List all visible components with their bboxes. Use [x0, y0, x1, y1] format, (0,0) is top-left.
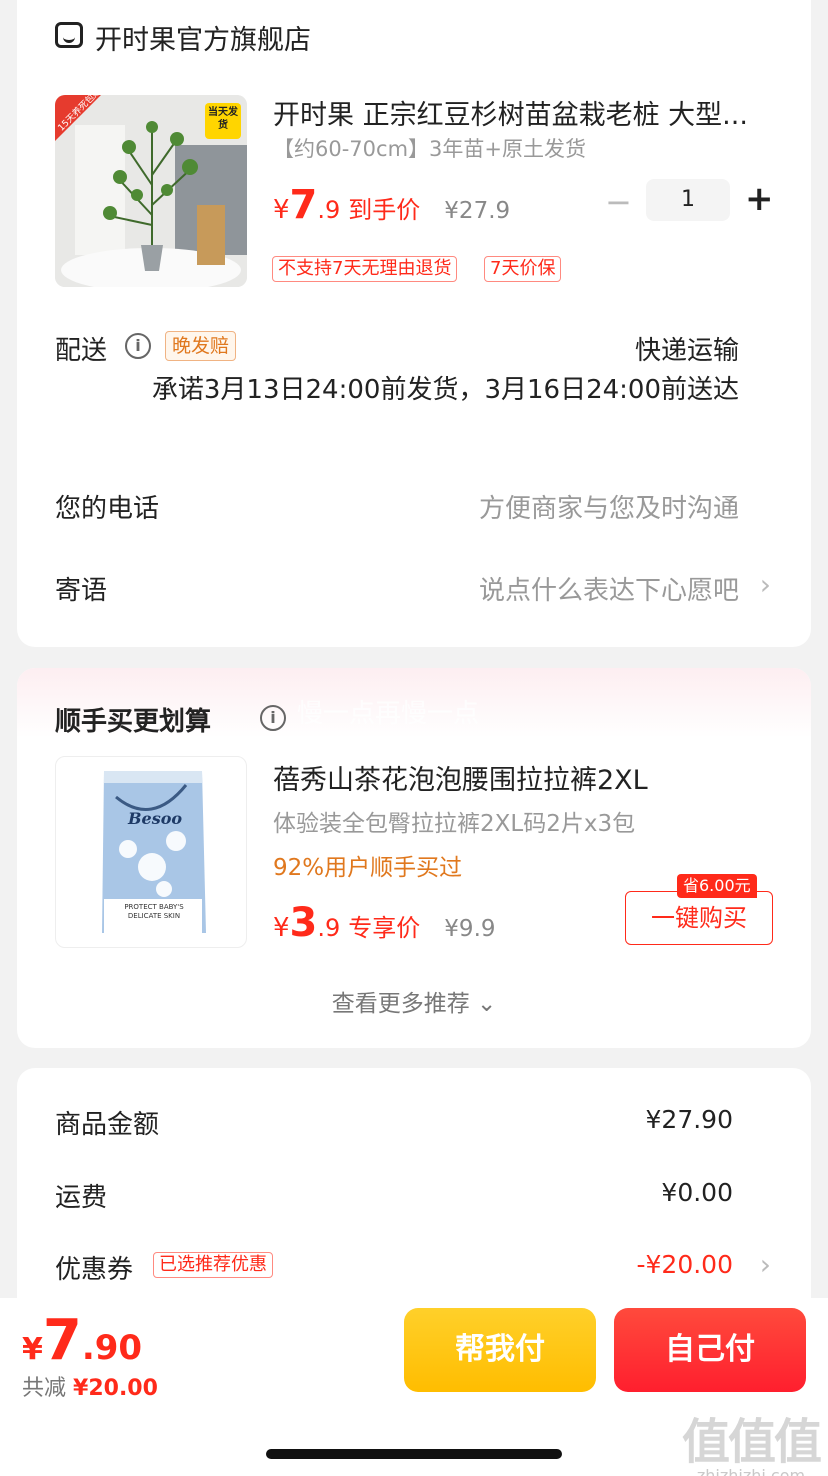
product-title[interactable]: 开时果 正宗红豆杉树苗盆栽老桩 大型...	[273, 93, 773, 132]
late-compensation-badge: 晚发赔	[165, 331, 237, 361]
pack-caption: PROTECT BABY'S DELICATE SKIN	[124, 903, 184, 920]
coupon-value[interactable]: -¥20.00	[637, 1250, 734, 1279]
help-me-pay-button[interactable]: 帮我付	[404, 1308, 596, 1392]
info-icon[interactable]: i	[260, 705, 286, 731]
price-protect-tag: 7天价保	[484, 256, 562, 282]
subtotal-label: 商品金额	[55, 1110, 160, 1140]
addon-watermark: 慢一点再慢一点	[297, 699, 480, 729]
coupon-label: 优惠券	[55, 1255, 134, 1285]
site-watermark: 值值值 zhizhizhi.com	[681, 1414, 822, 1476]
addon-bought-percent: 92%用户顺手买过	[273, 855, 463, 881]
chevron-right-icon[interactable]: ›	[760, 568, 771, 601]
message-input[interactable]: 说点什么表达下心愿吧	[479, 570, 739, 607]
one-click-buy-button[interactable]: 一键购买	[625, 891, 773, 945]
info-icon[interactable]: i	[125, 333, 151, 359]
qty-plus-button[interactable]: +	[745, 179, 774, 219]
shipping-promise: 承诺3月13日24:00前发货，3月16日24:00前送达	[151, 375, 739, 405]
home-indicator[interactable]	[266, 1449, 562, 1459]
total-price: ¥7.90	[22, 1308, 143, 1373]
shipping-fee-value: ¥0.00	[661, 1178, 733, 1207]
addon-card: 慢一点再慢一点 顺手买更划算 i Besoo PROTECT BABY'S DE…	[17, 668, 811, 1048]
save-badge: 省6.00元	[677, 874, 757, 898]
no-return-tag: 不支持7天无理由退货	[272, 256, 458, 282]
checkout-bar: ¥7.90 共减 ¥20.00 帮我付 自己付 值值值 zhizhizhi.co…	[0, 1298, 828, 1476]
addon-title: 顺手买更划算	[55, 707, 212, 737]
original-price: ¥27.9	[444, 198, 511, 224]
qty-minus-button[interactable]: −	[605, 183, 632, 221]
shop-name[interactable]: 开时果官方旗舰店	[95, 18, 311, 57]
pay-myself-button[interactable]: 自己付	[614, 1308, 806, 1392]
coupon-tag: 已选推荐优惠	[153, 1252, 273, 1278]
order-card: 开时果官方旗舰店 15天养死包赔 当天发货 开时果 正宗红豆杉树苗盆栽老桩 大型…	[17, 0, 811, 647]
chevron-right-icon[interactable]: ›	[760, 1248, 771, 1281]
brand-logo: Besoo	[128, 809, 183, 828]
quantity-input[interactable]: 1	[646, 179, 730, 221]
addon-price: ¥3.9 专享价 ¥9.9	[273, 900, 496, 946]
addon-product-name[interactable]: 蓓秀山茶花泡泡腰围拉拉裤2XL	[273, 758, 648, 797]
phone-label: 您的电话	[55, 494, 160, 524]
subtotal-value: ¥27.90	[645, 1105, 733, 1134]
store-icon	[55, 22, 83, 48]
product-spec[interactable]: 【约60-70cm】3年苗+原土发货	[273, 133, 586, 163]
message-label: 寄语	[55, 576, 108, 606]
cost-card: 商品金额 ¥27.90 运费 ¥0.00 优惠券 已选推荐优惠 -¥20.00 …	[17, 1068, 811, 1328]
addon-original-price: ¥9.9	[444, 916, 496, 942]
addon-product-image[interactable]: Besoo PROTECT BABY'S DELICATE SKIN	[55, 756, 247, 948]
see-more-link[interactable]: 查看更多推荐 ⌄	[17, 984, 811, 1018]
product-price: ¥7.9 到手价 ¥27.9	[273, 182, 511, 228]
delivery-label: 配送	[55, 336, 108, 366]
addon-product-spec: 体验装全包臀拉拉裤2XL码2片x3包	[273, 811, 636, 837]
shipping-type: 快递运输	[634, 336, 739, 366]
shipping-fee-label: 运费	[55, 1183, 108, 1213]
phone-input[interactable]: 方便商家与您及时沟通	[479, 488, 739, 525]
same-day-badge: 当天发货	[208, 107, 238, 131]
product-image[interactable]: 15天养死包赔 当天发货	[55, 95, 247, 287]
total-discount: 共减 ¥20.00	[22, 1376, 158, 1401]
